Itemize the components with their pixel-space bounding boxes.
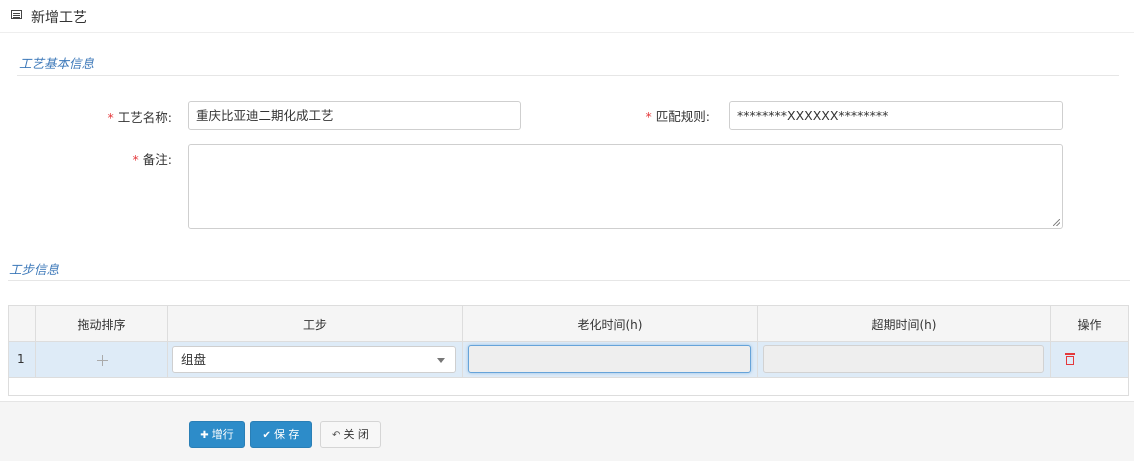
table-empty-row: [9, 378, 1128, 396]
overdue-time-input[interactable]: [763, 345, 1044, 373]
process-name-label: * 工艺名称:: [107, 110, 172, 125]
match-rule-label: * 匹配规则:: [645, 109, 710, 124]
column-header-actions: 操作: [1077, 318, 1102, 332]
match-rule-input[interactable]: ********XXXXXX********: [729, 101, 1063, 130]
column-header-index: [9, 306, 36, 341]
aging-time-input[interactable]: [468, 345, 751, 373]
reply-icon: ↶: [332, 430, 341, 441]
page-title: 新增工艺: [31, 10, 87, 26]
table-header: 拖动排序 工步 老化时间(h) 超期时间(h) 操作: [9, 306, 1128, 342]
column-header-overdue-time: 超期时间(h): [758, 306, 1051, 341]
page-header: 新增工艺: [0, 0, 1134, 33]
aging-time-cell: [463, 342, 758, 377]
row-index: 1: [9, 342, 36, 377]
section-divider: [8, 280, 1130, 281]
save-button[interactable]: ✔ 保 存: [250, 421, 312, 448]
section-title-basic-info: 工艺基本信息: [19, 56, 95, 71]
delete-row-icon[interactable]: [1065, 353, 1075, 365]
dropdown-caret-icon: [437, 358, 445, 363]
column-header-drag-sort: 拖动排序: [36, 306, 168, 341]
step-cell: 组盘: [168, 342, 463, 377]
actions-cell: [1051, 342, 1128, 377]
remark-textarea[interactable]: [188, 144, 1063, 229]
process-name-input[interactable]: 重庆比亚迪二期化成工艺: [188, 101, 521, 130]
column-header-step: 工步: [168, 306, 463, 341]
remark-label: * 备注:: [132, 152, 172, 167]
steps-table: 拖动排序 工步 老化时间(h) 超期时间(h) 操作 1 组盘: [8, 305, 1129, 396]
plus-icon: ✚: [200, 430, 209, 441]
table-row[interactable]: 1 组盘: [9, 342, 1128, 378]
add-row-button[interactable]: ✚ 增行: [189, 421, 245, 448]
overdue-time-cell: [758, 342, 1051, 377]
check-icon: ✔: [262, 430, 271, 441]
column-header-aging-time: 老化时间(h): [463, 306, 758, 341]
section-divider: [17, 75, 1119, 76]
drag-handle[interactable]: [36, 342, 168, 377]
resize-grip-icon[interactable]: [1053, 219, 1060, 226]
step-select[interactable]: 组盘: [172, 346, 456, 373]
section-title-step-info: 工步信息: [9, 262, 60, 277]
list-icon: [11, 10, 22, 19]
move-icon[interactable]: [96, 354, 108, 366]
form-footer: [0, 401, 1134, 461]
close-button[interactable]: ↶ 关 闭: [320, 421, 381, 448]
